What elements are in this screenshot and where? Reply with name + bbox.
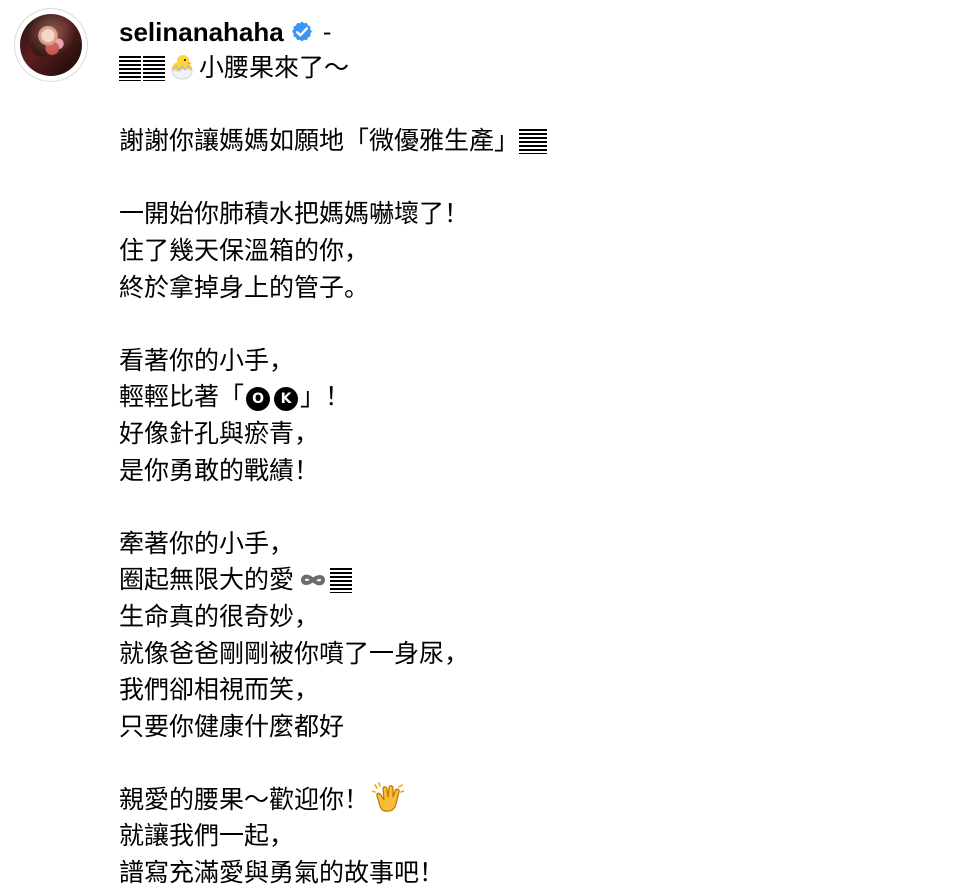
caption-line: 我們卻相視而笑， (119, 672, 939, 709)
caption-line: 終於拿掉身上的管子。 (119, 270, 939, 307)
caption-text: 小腰果來了～ (199, 53, 350, 82)
caption-line: 親愛的腰果～歡迎你！ (119, 782, 939, 819)
caption-line: 牽著你的小手， (119, 526, 939, 563)
hatching-chick-icon (171, 55, 193, 80)
caption-line: 謝謝你讓媽媽如願地「微優雅生產」 (119, 123, 939, 160)
caption-text: 只要你健康什麼都好 (119, 711, 345, 741)
caption-text: 譜寫充滿愛與勇氣的故事吧！ (119, 858, 445, 888)
caption-text: 就像爸爸剛剛被你噴了一身尿， (119, 638, 470, 668)
caption-text: 好像針孔與瘀青， (119, 418, 320, 448)
caption-line: 生命真的很奇妙， (119, 599, 939, 636)
caption-line: 只要你健康什麼都好 (119, 709, 939, 746)
caption-header: selinanahaha - (119, 14, 939, 50)
caption-line: 就讓我們一起， (119, 818, 939, 855)
caption-line: 圈起無限大的愛 (119, 562, 939, 599)
caption-line: 一開始你肺積水把媽媽嚇壞了！ (119, 196, 939, 233)
caption-line: 小腰果來了～ (119, 50, 939, 87)
caption-text: 看著你的小手， (119, 345, 295, 375)
caption-line: 就像爸爸剛剛被你噴了一身尿， (119, 636, 939, 673)
instagram-caption-post: selinanahaha - 小腰果來了～ 謝謝你讓媽媽如願地「微優雅生產」 一… (0, 0, 974, 887)
missing-emoji-icon (519, 129, 548, 155)
caption-text: 一開始你肺積水把媽媽嚇壞了！ (119, 199, 470, 229)
caption-text: 親愛的腰果～歡迎你！ (119, 784, 370, 814)
caption-line: 是你勇敢的戰績！ (119, 453, 939, 490)
verified-badge-icon (291, 21, 312, 42)
ok-button-icon: O (246, 387, 271, 412)
caption-text: 圈起無限大的愛 (119, 565, 295, 595)
caption-text: 終於拿掉身上的管子。 (119, 272, 370, 302)
clapping-hands-icon (372, 782, 405, 812)
username-link[interactable]: selinanahaha (119, 14, 284, 50)
profile-avatar[interactable] (15, 9, 87, 81)
caption-text: 生命真的很奇妙， (119, 601, 320, 631)
missing-emoji-icon (143, 56, 165, 81)
caption-separator: - (322, 18, 332, 46)
missing-emoji-icon (119, 56, 141, 81)
caption-text: 牽著你的小手， (119, 528, 295, 558)
caption-line: 譜寫充滿愛與勇氣的故事吧！ (119, 855, 939, 892)
caption-text: 謝謝你讓媽媽如願地「微優雅生產」 (119, 126, 520, 156)
caption-text: 住了幾天保溫箱的你， (119, 235, 370, 265)
caption-text: 是你勇敢的戰績！ (119, 455, 320, 485)
caption-line: 看著你的小手， (119, 343, 939, 380)
caption-text: 」！ (300, 382, 351, 412)
missing-emoji-icon (330, 568, 353, 594)
avatar-image (20, 14, 82, 76)
caption-text: 輕輕比著「 (119, 382, 245, 412)
infinity-icon (301, 574, 326, 586)
caption-text: 我們卻相視而笑， (119, 675, 320, 705)
ok-button-icon: K (274, 387, 299, 412)
caption-line: 好像針孔與瘀青， (119, 416, 939, 453)
post-caption: selinanahaha - 小腰果來了～ 謝謝你讓媽媽如願地「微優雅生產」 一… (119, 14, 939, 892)
caption-line: 輕輕比著「 O K」！ (119, 379, 939, 416)
caption-line: 住了幾天保溫箱的你， (119, 233, 939, 270)
caption-text: 就讓我們一起， (119, 821, 295, 851)
